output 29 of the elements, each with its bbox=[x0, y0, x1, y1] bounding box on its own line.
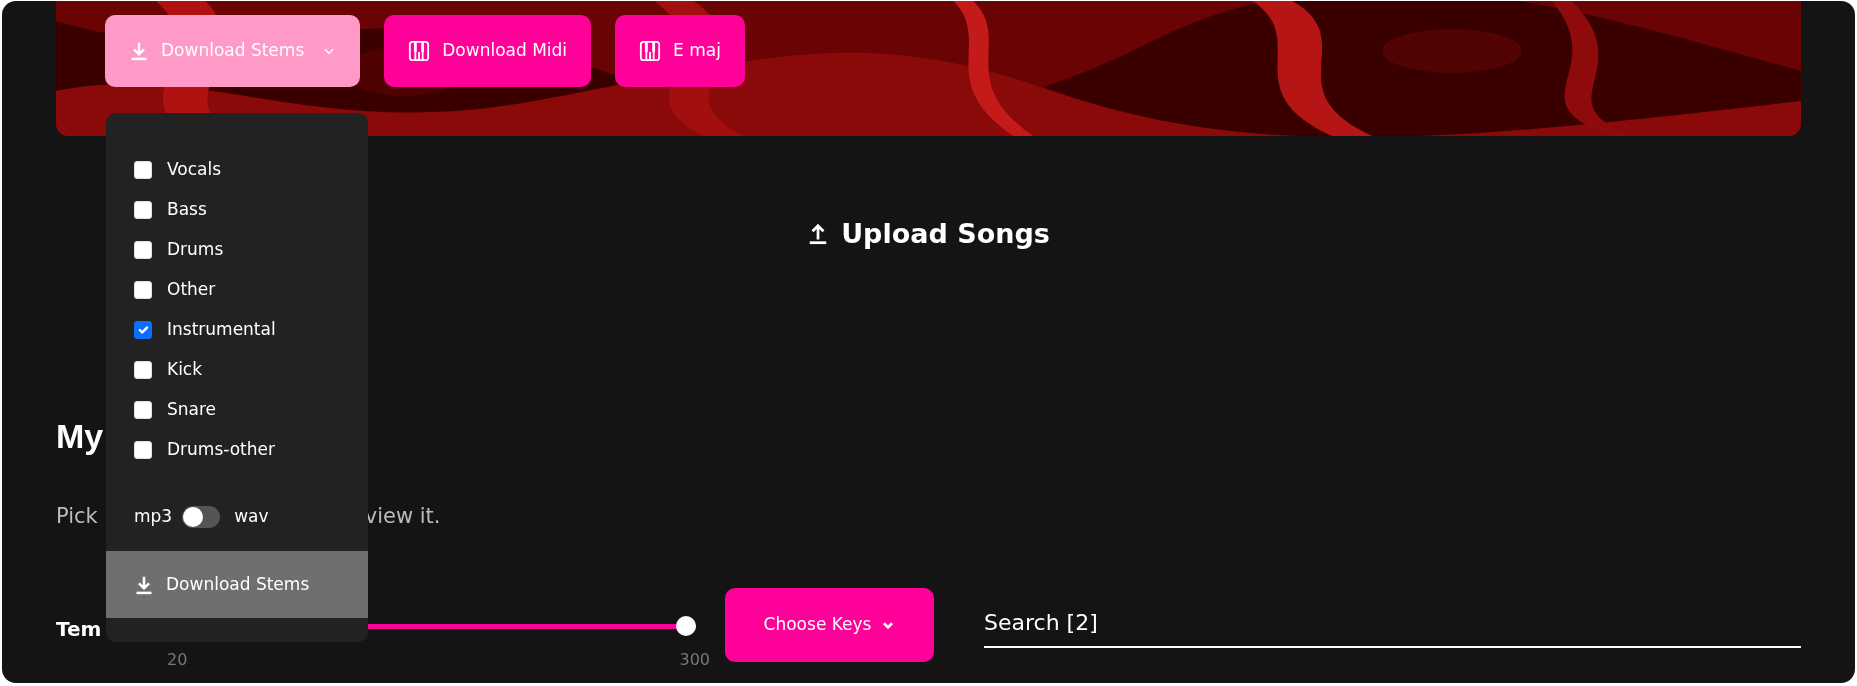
stem-option[interactable]: Drums bbox=[106, 230, 368, 270]
upload-songs-link[interactable]: Upload Songs bbox=[807, 214, 1050, 254]
checkbox[interactable] bbox=[134, 321, 152, 339]
piano-icon bbox=[639, 40, 662, 62]
format-label: mp3 bbox=[134, 505, 173, 529]
format-label: wav bbox=[234, 505, 269, 529]
piano-button[interactable]: E maj bbox=[615, 15, 745, 87]
tick-label: 300 bbox=[679, 649, 710, 671]
intro-text: Pick bbox=[56, 503, 98, 530]
slider-thumb[interactable] bbox=[676, 616, 696, 636]
stem-option[interactable]: Drums-other bbox=[106, 430, 368, 470]
choose-keys-button[interactable]: Choose Keys bbox=[725, 588, 934, 662]
format-toggle[interactable] bbox=[182, 506, 221, 528]
tick-label: 20 bbox=[167, 649, 188, 671]
stem-option[interactable]: Instrumental bbox=[106, 310, 368, 350]
piano-button[interactable]: Download Midi bbox=[384, 15, 592, 87]
piano-icon bbox=[408, 40, 431, 62]
stem-option[interactable]: Other bbox=[106, 270, 368, 310]
tempo-label: Tem bbox=[56, 616, 103, 643]
stem-option[interactable]: Snare bbox=[106, 390, 368, 430]
stem-option[interactable]: Vocals bbox=[106, 150, 368, 190]
download-icon bbox=[129, 41, 149, 61]
page-heading: My bbox=[56, 416, 104, 457]
search-field[interactable]: Search [2] bbox=[984, 588, 1801, 648]
stem-option[interactable]: Bass bbox=[106, 190, 368, 230]
stem-option[interactable]: Kick bbox=[106, 350, 368, 390]
intro-text: view it. bbox=[364, 503, 441, 530]
download-icon bbox=[134, 574, 154, 595]
download-stems-button[interactable]: Download Stems bbox=[106, 551, 368, 618]
